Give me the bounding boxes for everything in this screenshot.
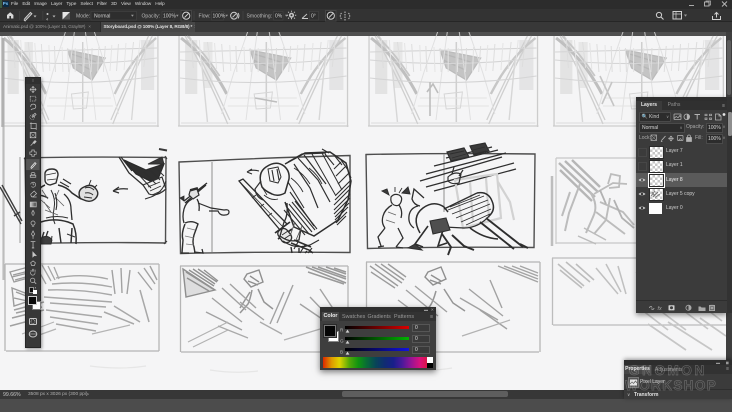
svg-text:Opacity:: Opacity: <box>142 13 161 19</box>
svg-text:0%: 0% <box>275 13 283 19</box>
svg-text:Smoothing:: Smoothing: <box>247 13 273 19</box>
svg-text:Flow:: Flow: <box>199 13 211 19</box>
svg-text:100%: 100% <box>213 13 226 19</box>
svg-text:Mode:: Mode: <box>76 13 90 19</box>
svg-text:B: B <box>340 349 343 354</box>
svg-text:R: R <box>340 327 344 332</box>
svg-text:4: 4 <box>46 16 49 21</box>
svg-text:fx: fx <box>658 306 662 312</box>
svg-text:100%: 100% <box>163 13 176 19</box>
svg-text:G: G <box>340 338 344 343</box>
svg-text:Normal: Normal <box>94 13 110 19</box>
svg-text:0°: 0° <box>311 13 316 19</box>
